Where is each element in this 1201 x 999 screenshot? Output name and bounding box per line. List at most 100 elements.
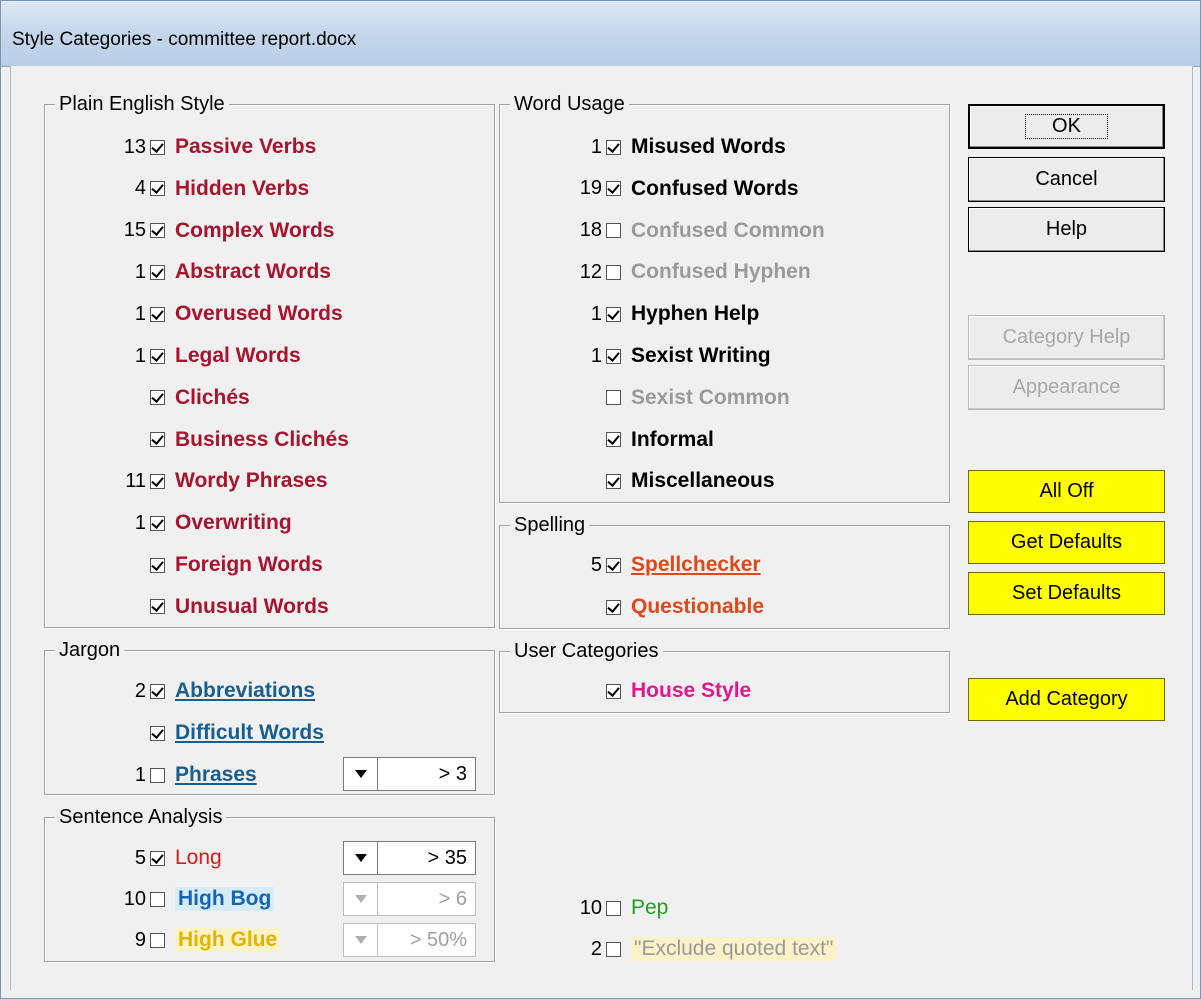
checkbox[interactable]	[150, 932, 165, 948]
checkbox-row-sexist-common[interactable]: Sexist Common	[606, 383, 790, 413]
checkbox-row-hidden-verbs[interactable]: 4 Hidden Verbs	[135, 174, 309, 204]
chevron-down-icon[interactable]	[344, 842, 378, 874]
checkbox-row-abstract-words[interactable]: 1 Abstract Words	[135, 257, 331, 287]
checkbox-row-hyphen-help[interactable]: 1 Hyphen Help	[591, 299, 759, 329]
help-button[interactable]: Help	[968, 207, 1165, 252]
category-label[interactable]: Spellchecker	[631, 553, 761, 577]
checkbox-row-high-bog[interactable]: 10 High Bog	[124, 884, 275, 914]
chevron-down-icon[interactable]	[344, 758, 378, 790]
issue-count: 1	[590, 302, 602, 325]
checkbox[interactable]	[606, 181, 621, 197]
checkbox-row-overused-words[interactable]: 1 Overused Words	[135, 299, 343, 329]
category-label: Foreign Words	[175, 553, 323, 576]
checkbox[interactable]	[150, 264, 165, 280]
checkbox-row-foreign-words[interactable]: Foreign Words	[150, 550, 323, 580]
cancel-button[interactable]: Cancel	[968, 157, 1165, 202]
checkbox[interactable]	[606, 432, 621, 448]
issue-count: 19	[579, 177, 602, 200]
checkbox[interactable]	[606, 139, 621, 155]
checkbox[interactable]	[150, 348, 165, 364]
high-glue-threshold-select[interactable]: > 50%	[343, 923, 476, 957]
chevron-down-icon[interactable]	[344, 883, 378, 915]
checkbox-row-high-glue[interactable]: 9 High Glue	[135, 925, 281, 955]
checkbox-row-confused-words[interactable]: 19 Confused Words	[580, 174, 799, 204]
checkbox[interactable]	[606, 223, 621, 239]
long-threshold-select[interactable]: > 35	[343, 841, 476, 875]
checkbox-row-pep[interactable]: 10 Pep	[580, 893, 669, 923]
checkbox-row-spellchecker[interactable]: 5 Spellchecker	[591, 550, 761, 580]
checkbox-row-passive-verbs[interactable]: 13 Passive Verbs	[124, 132, 317, 162]
all-off-button[interactable]: All Off	[968, 470, 1165, 513]
checkbox-row-confused-hyphen[interactable]: 12 Confused Hyphen	[580, 257, 811, 287]
checkbox[interactable]	[150, 181, 165, 197]
checkbox-row-sexist-writing[interactable]: 1 Sexist Writing	[591, 341, 771, 371]
checkbox[interactable]	[150, 515, 165, 531]
checkbox-row-misused-words[interactable]: 1 Misused Words	[591, 132, 786, 162]
checkbox[interactable]	[150, 432, 165, 448]
checkbox-row-complex-words[interactable]: 15 Complex Words	[124, 216, 335, 246]
checkbox-row-overwriting[interactable]: 1 Overwriting	[135, 508, 292, 538]
category-label[interactable]: Difficult Words	[175, 721, 324, 745]
checkbox[interactable]	[606, 264, 621, 280]
checkbox-row-phrases[interactable]: 1 Phrases	[135, 760, 257, 790]
checkbox-row-long[interactable]: 5 Long	[135, 843, 222, 873]
checkbox[interactable]	[606, 683, 621, 699]
category-help-button[interactable]: Category Help	[968, 315, 1165, 360]
checkbox[interactable]	[606, 599, 621, 615]
checkbox[interactable]	[150, 473, 165, 489]
checkbox[interactable]	[150, 725, 165, 741]
get-defaults-button[interactable]: Get Defaults	[968, 521, 1165, 564]
checkbox-row-unusual-words[interactable]: Unusual Words	[150, 592, 329, 622]
category-label[interactable]: Phrases	[175, 763, 257, 787]
checkbox-row-business-clich-s[interactable]: Business Clichés	[150, 425, 349, 455]
set-defaults-button[interactable]: Set Defaults	[968, 572, 1165, 615]
add-category-button[interactable]: Add Category	[968, 678, 1165, 721]
checkbox-row-informal[interactable]: Informal	[606, 425, 714, 455]
checkbox-row-miscellaneous[interactable]: Miscellaneous	[606, 466, 775, 496]
checkbox[interactable]	[606, 473, 621, 489]
checkbox-row-legal-words[interactable]: 1 Legal Words	[135, 341, 301, 371]
checkbox-row-abbreviations[interactable]: 2 Abbreviations	[135, 676, 315, 706]
checkbox[interactable]	[150, 599, 165, 615]
category-label: Pep	[631, 896, 669, 919]
checkbox[interactable]	[606, 348, 621, 364]
checkbox[interactable]	[150, 557, 165, 573]
issue-count: 2	[590, 937, 602, 960]
checkbox[interactable]	[150, 767, 165, 783]
high-bog-threshold-select[interactable]: > 6	[343, 882, 476, 916]
checkbox-row-difficult-words[interactable]: Difficult Words	[150, 718, 324, 748]
phrases-threshold-value: > 3	[438, 762, 467, 785]
checkbox[interactable]	[150, 683, 165, 699]
help-button-label: Help	[1045, 218, 1088, 240]
issue-count: 1	[134, 511, 146, 534]
checkbox[interactable]	[606, 306, 621, 322]
appearance-button[interactable]: Appearance	[968, 365, 1165, 410]
category-label: High Bog	[175, 887, 275, 911]
checkbox[interactable]	[150, 223, 165, 239]
checkbox-row-exclude-quoted[interactable]: 2 "Exclude quoted text"	[591, 934, 837, 964]
add-category-button-label: Add Category	[1005, 688, 1128, 710]
ok-button[interactable]: OK	[968, 104, 1165, 149]
checkbox[interactable]	[150, 891, 165, 907]
checkbox-row-clich-s[interactable]: Clichés	[150, 383, 250, 413]
checkbox[interactable]	[606, 390, 621, 406]
chevron-down-icon[interactable]	[344, 924, 378, 956]
window-title: Style Categories - committee report.docx	[12, 29, 357, 50]
checkbox-row-confused-common[interactable]: 18 Confused Common	[580, 216, 825, 246]
checkbox[interactable]	[606, 557, 621, 573]
checkbox[interactable]	[150, 139, 165, 155]
checkbox-row-wordy-phrases[interactable]: 11 Wordy Phrases	[125, 466, 327, 496]
category-label: Overused Words	[175, 302, 343, 326]
phrases-threshold-select[interactable]: > 3	[343, 757, 476, 791]
checkbox-row-house-style[interactable]: House Style	[606, 676, 751, 706]
checkbox[interactable]	[150, 390, 165, 406]
category-label: Unusual Words	[175, 594, 329, 618]
checkbox-row-questionable[interactable]: Questionable	[606, 592, 764, 622]
checkbox[interactable]	[150, 850, 165, 866]
category-label[interactable]: Abbreviations	[175, 679, 315, 703]
long-threshold-value: > 35	[427, 846, 467, 869]
title-bar[interactable]: Style Categories - committee report.docx	[0, 0, 1201, 67]
checkbox[interactable]	[606, 900, 621, 916]
checkbox[interactable]	[606, 941, 621, 957]
checkbox[interactable]	[150, 306, 165, 322]
